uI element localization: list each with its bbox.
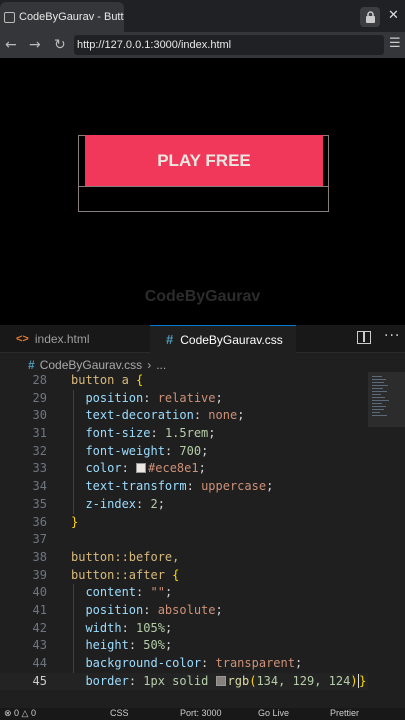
code-editor: <> index.html # CodeByGaurav.css ··· # C… <box>0 325 405 720</box>
browser-tab-title: CodeByGaurav - Button <box>19 11 124 23</box>
minimap-line <box>372 394 381 395</box>
prettier-indicator[interactable]: Prettier <box>330 708 359 718</box>
code-line: 41 position: absolute; <box>32 602 223 617</box>
code-line: 38 button::before, <box>32 549 180 564</box>
color-swatch[interactable] <box>136 463 147 474</box>
code-line: 40 content: ""; <box>32 585 173 600</box>
play-free-label: PLAY FREE <box>157 150 251 170</box>
minimap-line <box>372 400 389 401</box>
status-bar: ⊗ 0 △ 0 CSS Port: 3000 Go Live Prettier <box>0 708 405 720</box>
minimap-line <box>372 403 382 404</box>
minimap-line <box>372 412 380 413</box>
breadcrumb-file[interactable]: CodeByGaurav.css <box>40 358 143 372</box>
more-actions-icon[interactable]: ··· <box>384 328 400 344</box>
tab-css-file[interactable]: # CodeByGaurav.css <box>150 325 296 353</box>
url-text: http://127.0.0.1:3000/index.html <box>77 39 232 51</box>
back-icon[interactable]: ← <box>5 36 17 54</box>
minimap-line <box>372 415 387 416</box>
language-mode[interactable]: CSS <box>110 708 129 718</box>
browser-titlebar: CodeByGaurav - Button ✕ <box>0 0 405 32</box>
browser-window: CodeByGaurav - Button ✕ ← → ↻ http://127… <box>0 0 405 325</box>
css-file-icon: # <box>166 332 174 347</box>
code-line: 32 font-weight: 700; <box>32 443 209 458</box>
breadcrumb-rest[interactable]: ... <box>156 358 166 372</box>
code-line: 31 font-size: 1.5rem; <box>32 426 216 441</box>
minimap-line <box>372 376 382 377</box>
port-indicator[interactable]: Port: 3000 <box>180 708 222 718</box>
lock-button[interactable] <box>360 7 380 27</box>
button-outline-divider <box>78 186 329 187</box>
minimap[interactable] <box>368 372 405 694</box>
menu-icon[interactable]: ☰ <box>389 36 401 51</box>
breadcrumb-separator: › <box>147 358 152 372</box>
forward-icon[interactable]: → <box>29 36 41 54</box>
minimap-line <box>372 385 388 386</box>
tab-label: CodeByGaurav.css <box>180 332 283 347</box>
minimap-line <box>372 397 385 398</box>
play-free-button[interactable]: PLAY FREE <box>85 135 323 186</box>
minimap-line <box>372 391 387 392</box>
minimap-line <box>372 382 384 383</box>
address-bar[interactable]: http://127.0.0.1:3000/index.html <box>74 35 384 55</box>
code-line: 39 button::after { <box>32 567 180 582</box>
code-line: 29 position: relative; <box>32 390 223 405</box>
split-editor-icon[interactable] <box>357 331 371 344</box>
minimap-line <box>372 406 386 407</box>
reload-icon[interactable]: ↻ <box>54 36 66 54</box>
browser-tab[interactable]: CodeByGaurav - Button <box>0 2 124 32</box>
watermark: CodeByGaurav <box>144 288 261 305</box>
code-line: 34 text-transform: uppercase; <box>32 479 274 494</box>
code-line-current: 45 border: 1px solid rgb(134, 129, 124)} <box>0 672 368 691</box>
code-line: 42 width: 105%; <box>32 620 173 635</box>
code-line: 44 background-color: transparent; <box>32 656 303 670</box>
problems-indicator[interactable]: ⊗ 0 △ 0 <box>4 708 36 719</box>
editor-tabs: <> index.html # CodeByGaurav.css ··· <box>0 325 405 353</box>
code-line: 37 <box>32 532 47 547</box>
code-area[interactable]: 28 button a { 29 position: relative; 30 t… <box>0 372 368 694</box>
browser-navbar: ← → ↻ http://127.0.0.1:3000/index.html ☰ <box>0 32 405 58</box>
minimap-line <box>372 379 386 380</box>
code-line: 36} <box>32 514 79 529</box>
html-file-icon: <> <box>16 333 29 345</box>
code-line: 35 z-index: 2; <box>32 496 165 511</box>
page-viewport: PLAY FREE CodeByGaurav <box>0 58 405 325</box>
close-icon[interactable]: ✕ <box>388 8 399 23</box>
tab-index-html[interactable]: <> index.html <box>0 325 150 353</box>
code-line: 33 color: #ece8e1; <box>32 461 206 476</box>
css-file-icon: # <box>28 358 35 372</box>
tab-label: index.html <box>34 332 90 346</box>
window-icon <box>4 11 15 23</box>
minimap-line <box>372 388 383 389</box>
lock-icon <box>365 11 375 23</box>
minimap-line <box>372 409 384 410</box>
go-live-button[interactable]: Go Live <box>258 708 289 718</box>
code-line: 30 text-decoration: none; <box>32 408 245 423</box>
code-line: 43 height: 50%; <box>32 638 173 653</box>
code-line: 28 button a { <box>32 373 144 387</box>
color-swatch[interactable] <box>215 675 226 686</box>
